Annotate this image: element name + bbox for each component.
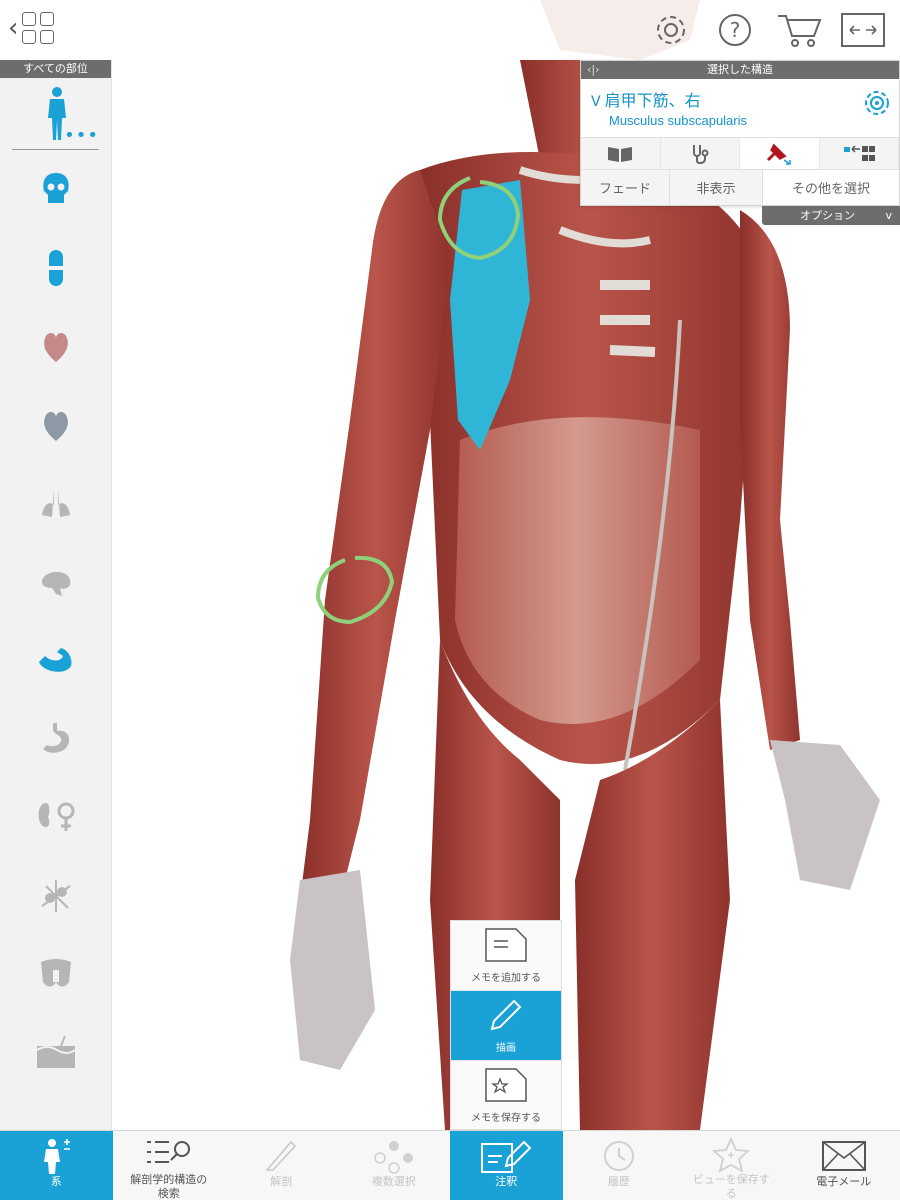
sidebar-item-integumentary[interactable] [0,1014,111,1093]
tab-search[interactable]: 解剖学的構造の 検索 [113,1131,226,1200]
focus-target-icon[interactable] [863,89,891,117]
hide-button[interactable]: 非表示 [670,170,763,205]
stomach-icon [42,722,69,753]
annotation-menu: メモを追加する 描画 メモを保存する [450,920,562,1131]
save-note-label: メモを保存する [471,1113,541,1124]
heart-vessels-icon [43,411,68,441]
options-label: オプション [800,209,855,222]
options-tab[interactable]: オプション v [762,206,900,225]
tab-annotate-label: 注釈 [495,1175,518,1188]
tab-search-label: 解剖学的構造の 検索 [130,1173,208,1200]
fade-button[interactable]: フェード [581,170,670,205]
help-icon[interactable]: ? [712,10,758,50]
sidebar-item-lymphatic[interactable] [0,857,111,936]
tab-save-view[interactable]: ビューを保存す る [675,1131,788,1200]
add-note-button[interactable]: メモを追加する [451,921,561,991]
settings-gear-icon[interactable] [648,10,694,50]
save-note-button[interactable]: メモを保存する [451,1061,561,1131]
lungs-icon [41,489,70,518]
body-systems-sidebar: すべての部位 ••• [0,60,112,1130]
skin-icon [35,1035,76,1068]
sidebar-item-joints[interactable] [0,229,111,308]
tab-systems-label: 系 [50,1175,62,1188]
tab-email[interactable]: 電子メール [788,1131,900,1200]
tab-multi-select[interactable]: 複数選択 [338,1131,451,1200]
mail-icon [821,1141,866,1171]
sidebar-item-respiratory[interactable] [0,464,111,543]
expand-chevron-icon[interactable]: V [591,94,601,110]
sidebar-item-endocrine[interactable] [0,935,111,1014]
selected-structure-panel: ‹|› 選択した構造 V 肩甲下筋、右 Musculus subscapulari… [580,60,900,206]
systems-icon [44,1139,71,1174]
book-icon[interactable] [581,138,661,169]
draw-button[interactable]: 描画 [451,991,561,1061]
tab-dissect[interactable]: 解剖 [225,1131,338,1200]
tab-dissect-label: 解剖 [270,1175,293,1188]
home-navigation[interactable]: ‹ [8,12,55,44]
more-dots-icon[interactable]: ••• [64,127,99,145]
heart-icon [43,333,68,363]
pin-icon[interactable] [740,138,820,169]
brain-icon [41,571,70,596]
joint-icon [48,249,63,286]
muscle-arm-icon [38,648,72,673]
select-more-button[interactable]: その他を選択 [763,170,899,205]
panel-header-label: 選択した構造 [707,63,773,76]
sidebar-item-digestive[interactable] [0,700,111,779]
note-save-icon [485,1068,527,1102]
scalpel-icon [265,1140,297,1171]
kidney-female-icon [38,802,74,832]
panel-header: ‹|› 選択した構造 [581,61,899,79]
skull-icon [42,173,69,204]
tab-email-label: 電子メール [816,1175,872,1188]
history-icon [603,1141,634,1171]
tab-history[interactable]: 履歴 [563,1131,676,1200]
sidebar-item-urogenital[interactable] [0,778,111,857]
all-body-button[interactable]: ••• [12,78,99,150]
structure-latin-name: Musculus subscapularis [609,113,748,128]
system-list [0,150,111,1092]
collapse-panel-icon[interactable]: ‹|› [587,61,600,79]
draw-label: 描画 [496,1043,516,1054]
sidebar-item-cardiovascular[interactable] [0,307,111,386]
tab-multi-select-label: 複数選択 [371,1175,416,1188]
lymph-node-icon [40,879,71,912]
tab-systems[interactable]: 系 [0,1131,113,1200]
svg-text:?: ? [730,18,741,42]
multi-select-icon [374,1141,413,1174]
note-add-icon [485,928,527,962]
structure-name: 肩甲下筋、右 [604,91,701,110]
sidebar-header: すべての部位 [0,60,111,78]
isolate-icon[interactable] [820,138,899,169]
pencil-icon [490,999,522,1031]
stethoscope-icon[interactable] [661,138,740,169]
sidebar-item-skeletal[interactable] [0,150,111,229]
add-note-label: メモを追加する [471,973,541,984]
sidebar-item-muscular[interactable] [0,621,111,700]
options-chevron-icon: v [885,209,892,222]
panel-action-row: フェード 非表示 その他を選択 [581,169,899,205]
sidebar-item-vessels[interactable] [0,386,111,465]
top-toolbar: ? [648,10,886,50]
fullscreen-icon[interactable] [840,10,886,50]
bottom-tab-bar: 系 解剖学的構造の 検索 解剖 複数選択 注釈 履歴 ビューを保存す る 電子メ… [0,1130,900,1200]
sidebar-item-nervous[interactable] [0,543,111,622]
search-list-icon [146,1141,190,1163]
home-grid-icon[interactable] [22,12,55,44]
structure-title-row[interactable]: V 肩甲下筋、右 Musculus subscapularis [581,79,899,137]
thyroid-icon [40,959,71,987]
annotate-icon [481,1140,532,1173]
structure-title[interactable]: V 肩甲下筋、右 [591,87,701,111]
tab-history-label: 履歴 [607,1175,630,1188]
back-chevron-icon[interactable]: ‹ [8,15,18,41]
save-view-icon [712,1137,751,1173]
tab-save-view-label: ビューを保存す る [692,1173,770,1200]
panel-tool-row [581,137,899,169]
cart-icon[interactable] [776,10,822,50]
tab-annotate[interactable]: 注釈 [450,1131,563,1200]
